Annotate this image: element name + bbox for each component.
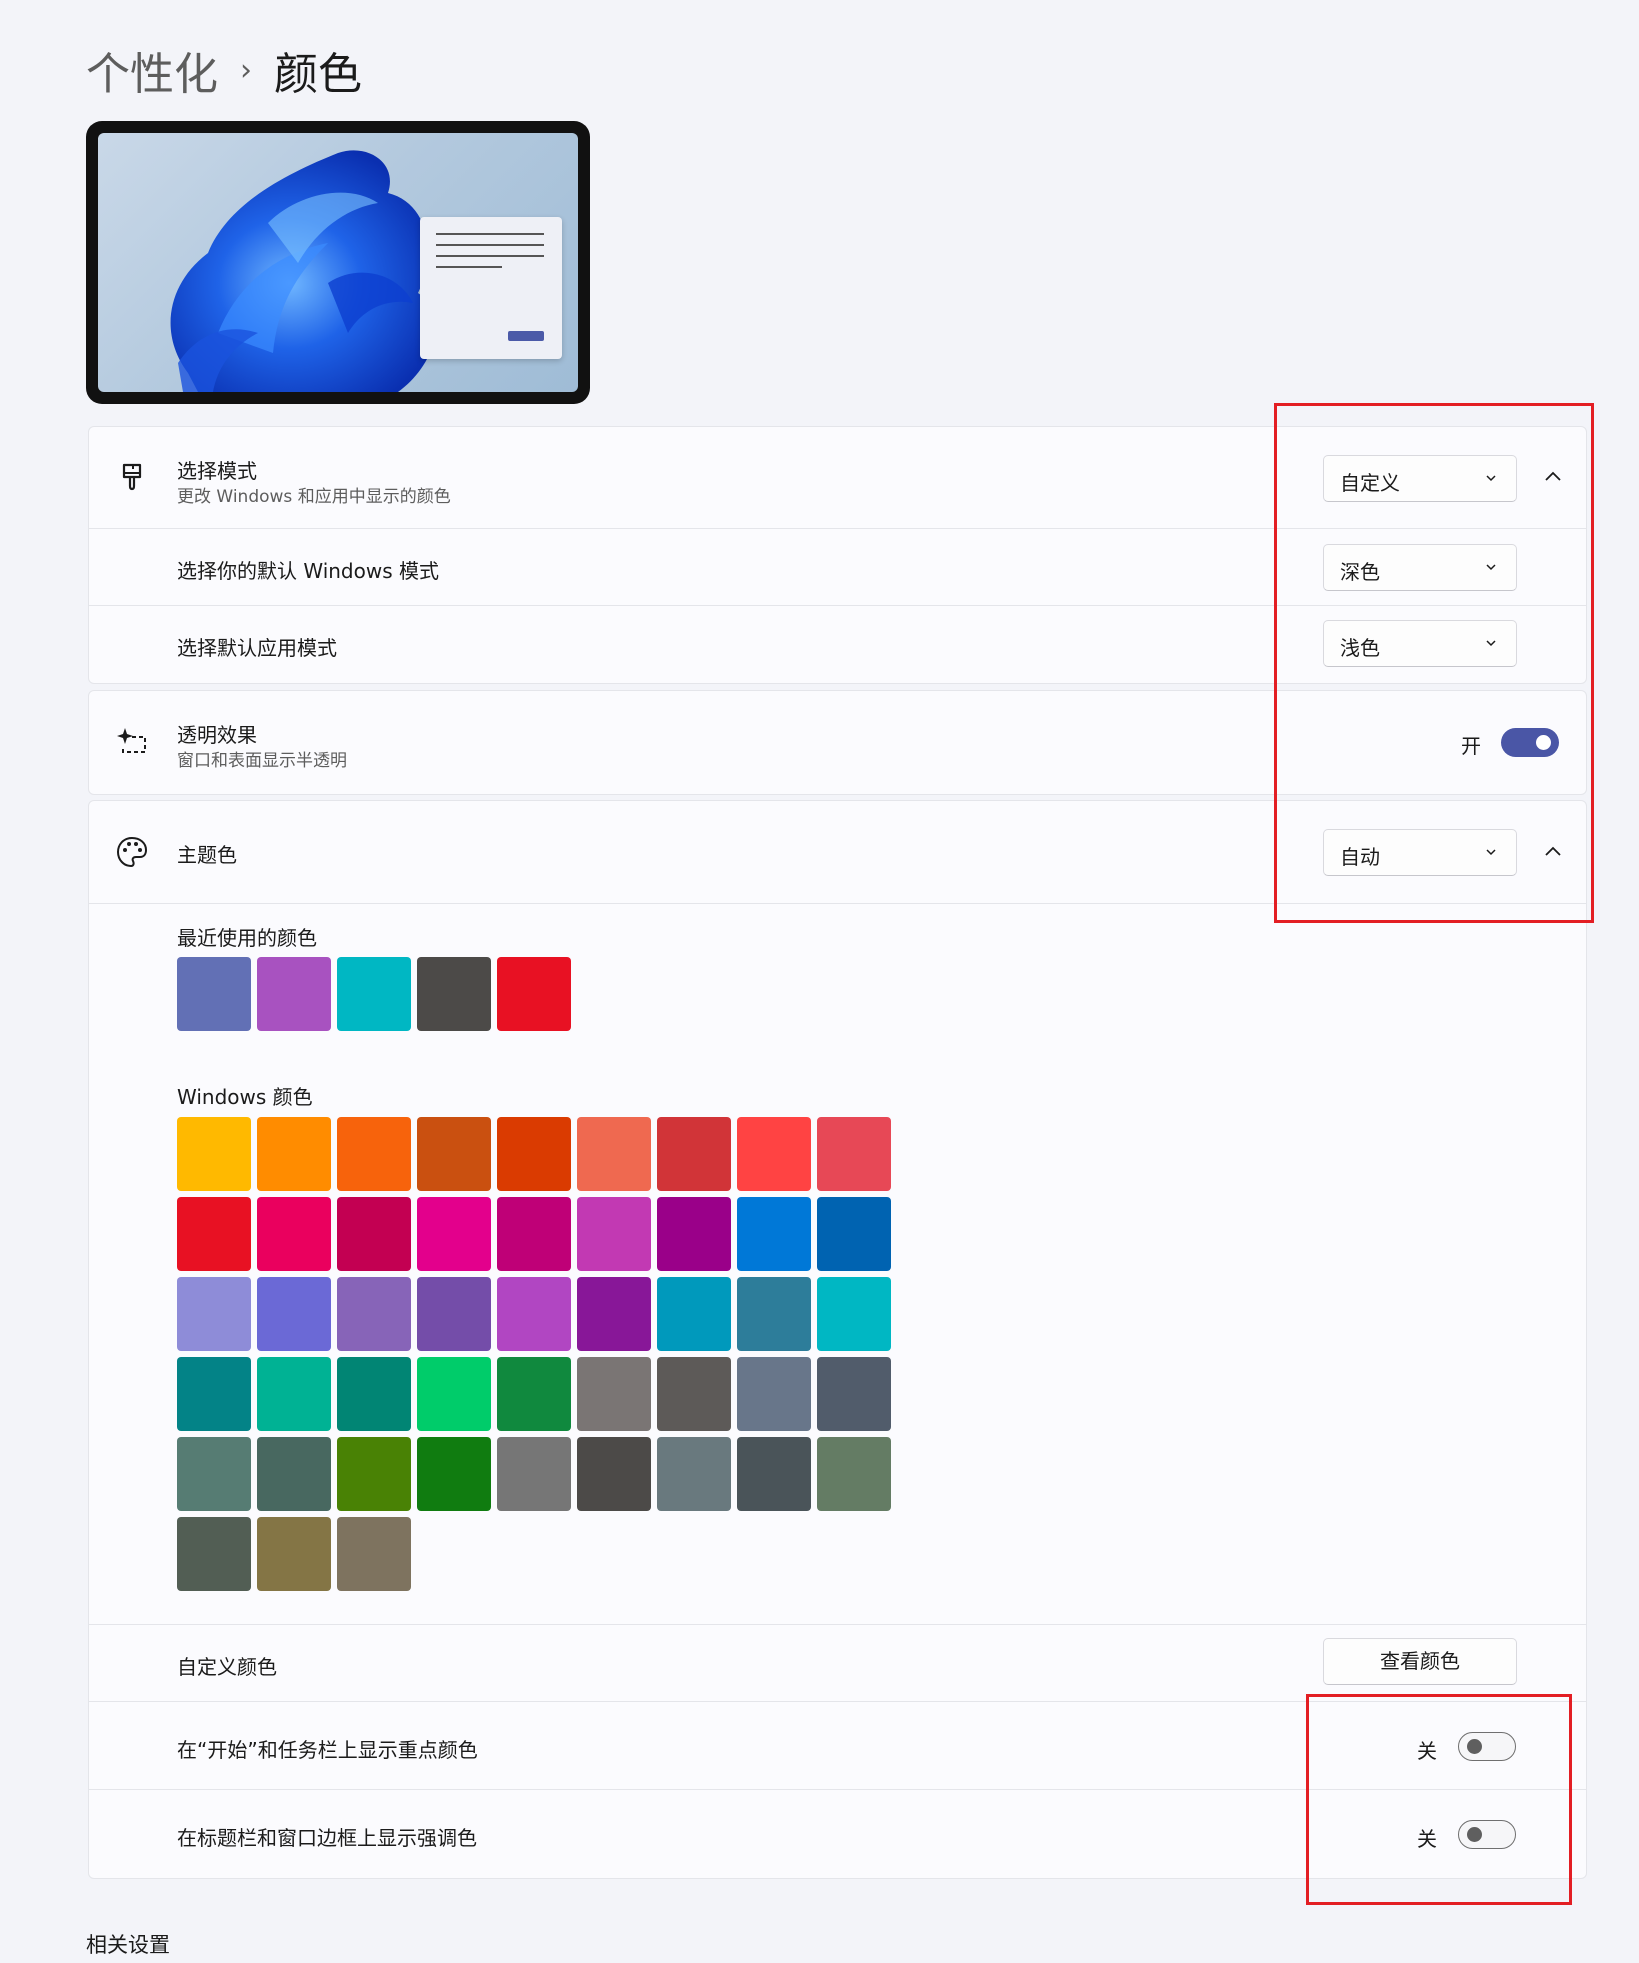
windows-color-swatch[interactable] xyxy=(257,1357,331,1431)
breadcrumb-separator: › xyxy=(240,52,252,88)
mode-title: 选择模式 xyxy=(177,459,257,483)
palette-icon xyxy=(116,836,148,868)
windows-color-swatch[interactable] xyxy=(337,1117,411,1191)
windows-color-swatch[interactable] xyxy=(817,1197,891,1271)
highlight-box-bottom xyxy=(1306,1694,1572,1905)
preview-window-button xyxy=(508,331,544,341)
start-taskbar-label: 在“开始”和任务栏上显示重点颜色 xyxy=(177,1738,478,1762)
windows-color-swatch[interactable] xyxy=(577,1437,651,1511)
windows-color-swatch[interactable] xyxy=(257,1517,331,1591)
windows-color-swatch[interactable] xyxy=(177,1117,251,1191)
windows-color-swatch[interactable] xyxy=(497,1357,571,1431)
recent-color-swatch[interactable] xyxy=(337,957,411,1031)
windows-color-swatch[interactable] xyxy=(657,1117,731,1191)
windows-color-swatch[interactable] xyxy=(337,1437,411,1511)
recent-color-swatch[interactable] xyxy=(177,957,251,1031)
mode-subtitle: 更改 Windows 和应用中显示的颜色 xyxy=(177,487,451,507)
windows-color-swatch[interactable] xyxy=(737,1437,811,1511)
highlight-box-top xyxy=(1274,403,1594,923)
breadcrumb-parent[interactable]: 个性化 xyxy=(86,38,218,102)
recent-colors-label: 最近使用的颜色 xyxy=(177,926,317,950)
windows-color-swatch[interactable] xyxy=(737,1357,811,1431)
windows-mode-label: 选择你的默认 Windows 模式 xyxy=(177,559,439,583)
transparency-title: 透明效果 xyxy=(177,723,257,747)
windows-color-swatch[interactable] xyxy=(177,1517,251,1591)
windows-color-swatch[interactable] xyxy=(257,1117,331,1191)
custom-color-label: 自定义颜色 xyxy=(177,1655,277,1679)
recent-color-swatch[interactable] xyxy=(257,957,331,1031)
windows-color-swatch[interactable] xyxy=(817,1117,891,1191)
windows-color-swatch[interactable] xyxy=(417,1277,491,1351)
accent-colors-section: 最近使用的颜色 Windows 颜色 xyxy=(89,903,1586,1625)
windows-color-swatch[interactable] xyxy=(337,1357,411,1431)
app-mode-label: 选择默认应用模式 xyxy=(177,636,337,660)
page-title: 颜色 xyxy=(274,49,362,100)
windows-color-swatch[interactable] xyxy=(257,1437,331,1511)
windows-color-swatch[interactable] xyxy=(177,1197,251,1271)
view-colors-button[interactable]: 查看颜色 xyxy=(1323,1638,1517,1685)
windows-color-swatch[interactable] xyxy=(177,1357,251,1431)
windows-color-swatch[interactable] xyxy=(657,1197,731,1271)
windows-color-swatch[interactable] xyxy=(577,1357,651,1431)
windows-color-swatch[interactable] xyxy=(657,1357,731,1431)
breadcrumb: 个性化 › 颜色 xyxy=(86,38,362,102)
windows-color-swatch[interactable] xyxy=(417,1357,491,1431)
custom-color-row: 自定义颜色 查看颜色 xyxy=(89,1624,1586,1702)
windows-color-swatch[interactable] xyxy=(577,1117,651,1191)
windows-color-swatch[interactable] xyxy=(817,1437,891,1511)
windows-color-swatch[interactable] xyxy=(417,1437,491,1511)
windows-color-swatch[interactable] xyxy=(257,1277,331,1351)
transparency-sparkle-icon xyxy=(117,728,146,753)
windows-color-swatch[interactable] xyxy=(177,1437,251,1511)
preview-wallpaper xyxy=(98,133,578,392)
windows-color-swatch[interactable] xyxy=(337,1517,411,1591)
windows-color-swatch[interactable] xyxy=(257,1197,331,1271)
windows-color-swatch[interactable] xyxy=(817,1357,891,1431)
windows-color-swatch[interactable] xyxy=(737,1197,811,1271)
preview-window xyxy=(420,217,562,359)
windows-color-swatch[interactable] xyxy=(737,1277,811,1351)
windows-color-swatch[interactable] xyxy=(417,1197,491,1271)
windows-color-swatch[interactable] xyxy=(577,1197,651,1271)
windows-colors-label: Windows 颜色 xyxy=(177,1085,313,1109)
accent-title: 主题色 xyxy=(177,843,237,867)
windows-color-swatch[interactable] xyxy=(817,1277,891,1351)
windows-color-swatch[interactable] xyxy=(497,1197,571,1271)
recent-color-swatch[interactable] xyxy=(497,957,571,1031)
windows-color-swatch[interactable] xyxy=(337,1277,411,1351)
theme-preview xyxy=(86,121,590,404)
related-settings-heading: 相关设置 xyxy=(86,1933,170,1957)
transparency-subtitle: 窗口和表面显示半透明 xyxy=(177,751,347,771)
windows-color-swatch[interactable] xyxy=(497,1277,571,1351)
title-bars-label: 在标题栏和窗口边框上显示强调色 xyxy=(177,1826,477,1850)
windows-color-swatch[interactable] xyxy=(737,1117,811,1191)
windows-color-swatch[interactable] xyxy=(417,1117,491,1191)
windows-color-swatch[interactable] xyxy=(497,1437,571,1511)
windows-color-swatch[interactable] xyxy=(657,1437,731,1511)
windows-color-swatch[interactable] xyxy=(337,1197,411,1271)
windows-color-swatch[interactable] xyxy=(577,1277,651,1351)
windows-color-swatch[interactable] xyxy=(497,1117,571,1191)
recent-color-swatch[interactable] xyxy=(417,957,491,1031)
windows-color-swatch[interactable] xyxy=(177,1277,251,1351)
windows-color-swatch[interactable] xyxy=(657,1277,731,1351)
paintbrush-icon xyxy=(122,463,142,491)
